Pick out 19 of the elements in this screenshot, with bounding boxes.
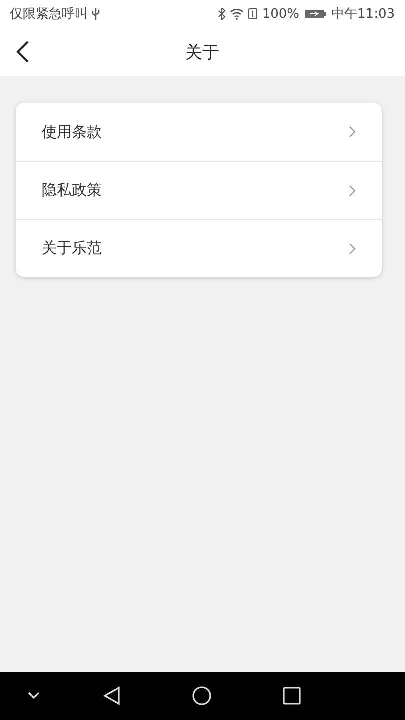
- menu-item[interactable]: 使用条款: [16, 103, 382, 161]
- recents-icon[interactable]: [283, 687, 301, 705]
- menu-item[interactable]: 隐私政策: [16, 161, 382, 219]
- clock-text: 中午11:03: [332, 6, 395, 23]
- page-title: 关于: [186, 42, 220, 64]
- home-icon[interactable]: [192, 686, 212, 706]
- collapse-icon[interactable]: [27, 691, 41, 701]
- usb-icon: [92, 8, 100, 20]
- battery-icon: [304, 8, 328, 20]
- back-icon[interactable]: [103, 686, 121, 706]
- carrier-text: 仅限紧急呼叫: [10, 6, 88, 23]
- chevron-icon: [349, 242, 356, 254]
- wifi-icon: [230, 8, 244, 20]
- menu-item[interactable]: 关于乐范: [16, 219, 382, 277]
- chevron-icon: [349, 126, 356, 138]
- sim-icon: [248, 8, 258, 20]
- battery-percent: 100%: [262, 6, 300, 22]
- bluetooth-icon: [218, 8, 226, 20]
- chevron-icon: [349, 184, 356, 196]
